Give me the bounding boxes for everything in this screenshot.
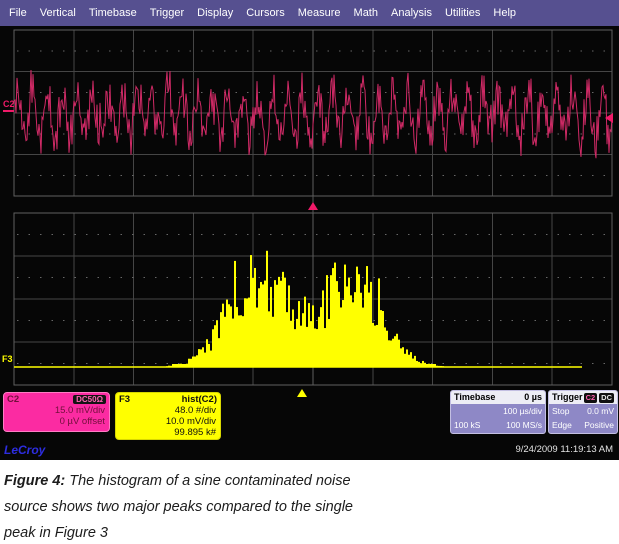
caption-line-1: Figure 4: The histogram of a sine contam… [4, 468, 615, 494]
menu-item-analysis[interactable]: Analysis [391, 7, 432, 19]
page: File Vertical Timebase Trigger Display C… [0, 0, 619, 544]
f3-trace-label: F3 [2, 354, 13, 364]
f3-population: 99.895 k# [116, 427, 220, 438]
menu-item-utilities[interactable]: Utilities [445, 7, 480, 19]
menu-item-trigger[interactable]: Trigger [150, 7, 184, 19]
channel2-coupling-badge: DC50Ω [73, 395, 106, 404]
channel2-offset: 0 µV offset [4, 416, 109, 427]
trigger-source-badge: C2 [584, 393, 598, 403]
menu-item-display[interactable]: Display [197, 7, 233, 19]
menu-item-help[interactable]: Help [493, 7, 516, 19]
timebase-title: Timebase [454, 391, 495, 404]
channel2-scale: 15.0 mV/div [4, 405, 109, 416]
lecroy-logo: LeCroy [4, 443, 45, 457]
channel2-descriptor-box[interactable]: C2 DC50Ω 15.0 mV/div 0 µV offset [3, 392, 110, 432]
timestamp: 9/24/2009 11:19:13 AM [515, 444, 613, 455]
waveform-display: C2 F3 [0, 26, 619, 398]
timebase-per-div: 100 µs/div [503, 404, 542, 418]
figure-caption: Figure 4: The histogram of a sine contam… [0, 461, 619, 544]
trigger-type: Edge [552, 418, 572, 432]
f3-vertical-scale: 48.0 #/div [116, 405, 220, 416]
timebase-rate: 100 MS/s [506, 418, 542, 432]
trigger-panel[interactable]: Trigger C2 DC Stop 0.0 mV Edge Positive [548, 390, 618, 434]
timebase-panel[interactable]: Timebase 0 µs 100 µs/div 100 kS 100 MS/s [450, 390, 546, 434]
menu-item-timebase[interactable]: Timebase [89, 7, 137, 19]
timebase-offset: 0 µs [524, 391, 542, 404]
trigger-title: Trigger [552, 391, 583, 404]
trigger-coupling-badge: DC [599, 393, 614, 403]
menu-item-measure[interactable]: Measure [298, 7, 341, 19]
f3-name: F3 [119, 394, 130, 405]
caption-text-1: The histogram of a sine contaminated noi… [69, 473, 350, 489]
histogram-trace [14, 251, 582, 367]
oscilloscope-screen: File Vertical Timebase Trigger Display C… [0, 0, 619, 460]
trigger-level: 0.0 mV [587, 404, 614, 418]
trigger-time-marker-icon[interactable] [308, 202, 318, 210]
histogram-center-marker-icon[interactable] [297, 389, 307, 397]
menu-item-math[interactable]: Math [354, 7, 378, 19]
f3-function: hist(C2) [182, 394, 217, 405]
caption-line-2: source shows two major peaks compared to… [4, 494, 615, 520]
channel2-name: C2 [7, 394, 19, 405]
channel2-trace-label: C2 [3, 99, 15, 109]
menu-item-vertical[interactable]: Vertical [40, 7, 76, 19]
trigger-mode: Stop [552, 404, 570, 418]
caption-label: Figure 4: [4, 473, 65, 489]
menu-item-cursors[interactable]: Cursors [246, 7, 285, 19]
f3-descriptor-box[interactable]: F3 hist(C2) 48.0 #/div 10.0 mV/div 99.89… [115, 392, 221, 440]
caption-line-3: peak in Figure 3 [4, 520, 615, 544]
menu-item-file[interactable]: File [9, 7, 27, 19]
trigger-slope: Positive [584, 418, 614, 432]
menu-bar: File Vertical Timebase Trigger Display C… [0, 0, 619, 26]
timebase-samples: 100 kS [454, 418, 480, 432]
channel2-level-indicator [3, 110, 14, 112]
f3-horizontal-scale: 10.0 mV/div [116, 416, 220, 427]
